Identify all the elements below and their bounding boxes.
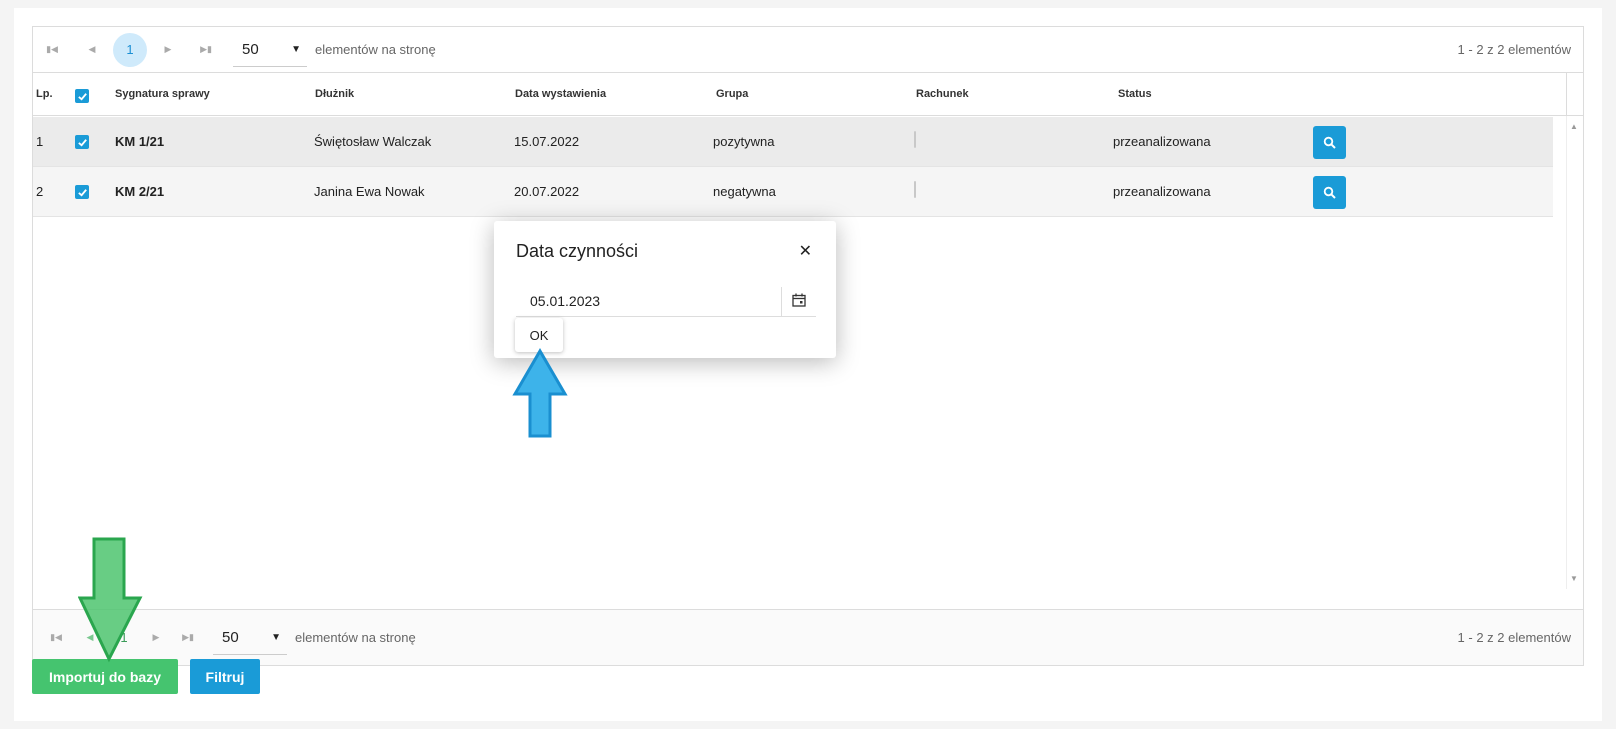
calendar-divider [781,287,782,317]
table-header: Lp. Sygnatura sprawy Dłużnik Data wystaw… [33,73,1583,116]
row-sygnatura: KM 1/21 [115,134,165,149]
row-lp: 1 [36,134,44,149]
search-icon [1323,186,1336,199]
row-details-button[interactable] [1313,176,1346,209]
row-dluznik: Janina Ewa Nowak [314,184,425,199]
scroll-up-icon[interactable]: ▲ [1570,122,1578,131]
row-lp: 2 [36,184,44,199]
close-icon[interactable]: ✕ [799,241,812,261]
col-grupa[interactable]: Grupa [716,88,748,100]
next-page-icon[interactable]: ▶ [151,33,185,67]
table-row[interactable]: 1 KM 1/21 Świętosław Walczak 15.07.2022 … [33,117,1553,167]
page-size-select[interactable]: 50 ▼ [233,33,307,67]
row-data: 15.07.2022 [514,134,580,149]
calendar-icon[interactable] [792,293,806,307]
chevron-down-icon: ▼ [291,43,301,55]
filter-button[interactable]: Filtruj [190,659,260,694]
pager-info: 1 - 2 z 2 elementów [1457,630,1571,645]
search-icon [1323,136,1336,149]
header-divider [1566,73,1567,116]
scroll-down-icon[interactable]: ▼ [1570,574,1578,583]
date-value[interactable]: 05.01.2023 [530,293,600,309]
date-input[interactable]: 05.01.2023 [516,285,816,317]
page-size-select[interactable]: 50 ▼ [213,621,287,655]
col-sygnatura[interactable]: Sygnatura sprawy [115,88,210,100]
dialog-title: Data czynności [516,241,639,261]
page-size-value: 50 [242,40,259,58]
last-page-icon[interactable]: ▶▮ [189,33,223,67]
first-page-icon[interactable]: ▮◀ [39,621,73,655]
row-sygnatura: KM 2/21 [115,184,165,199]
col-dluznik[interactable]: Dłużnik [315,88,354,100]
row-status: przeanalizowana [1113,134,1211,149]
row-checkbox[interactable] [75,185,89,199]
col-rachunek[interactable]: Rachunek [916,88,969,100]
row-data: 20.07.2022 [514,184,580,199]
pager-info: 1 - 2 z 2 elementów [1457,42,1571,57]
row-dluznik: Świętosław Walczak [314,134,432,149]
chevron-down-icon: ▼ [271,631,281,643]
table-row[interactable]: 2 KM 2/21 Janina Ewa Nowak 20.07.2022 ne… [33,167,1553,217]
row-checkbox[interactable] [75,135,89,149]
col-lp[interactable]: Lp. [36,88,53,100]
vertical-scrollbar[interactable]: ▲ ▼ [1566,116,1583,589]
page-size-value: 50 [222,628,239,646]
pager-bottom: ▮◀ ◀ 1 ▶ ▶▮ 50 ▼ elementów na stronę 1 -… [33,609,1583,665]
page-size-label: elementów na stronę [315,42,436,57]
down-arrow-annotation [78,537,143,663]
up-arrow-annotation [512,348,568,438]
row-grupa: pozytywna [713,134,775,149]
row-rachunek-checkbox[interactable] [914,131,916,148]
row-rachunek-checkbox[interactable] [914,181,916,198]
page-size-label: elementów na stronę [295,630,416,645]
col-data-wystawienia[interactable]: Data wystawienia [515,88,606,100]
prev-page-icon[interactable]: ◀ [75,33,109,67]
last-page-icon[interactable]: ▶▮ [171,621,205,655]
ok-button[interactable]: OK [515,318,563,352]
row-details-button[interactable] [1313,126,1346,159]
row-status: przeanalizowana [1113,184,1211,199]
page-number-current[interactable]: 1 [113,32,147,67]
date-dialog: Data czynności ✕ 05.01.2023 OK [494,221,836,358]
pager-top: ▮◀ ◀ 1 ▶ ▶▮ 50 ▼ elementów na stronę 1 -… [33,27,1583,73]
select-all-checkbox[interactable] [75,89,89,103]
import-button[interactable]: Importuj do bazy [32,659,178,694]
next-page-icon[interactable]: ▶ [139,621,173,655]
row-grupa: negatywna [713,184,776,199]
col-status[interactable]: Status [1118,88,1152,100]
first-page-icon[interactable]: ▮◀ [35,33,69,67]
